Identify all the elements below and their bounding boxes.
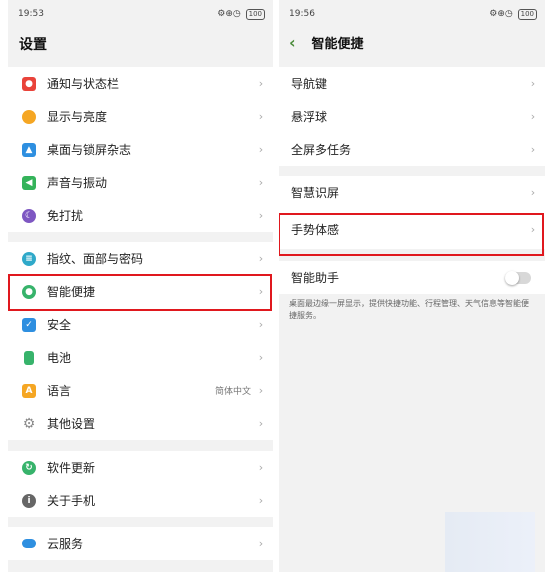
settings-group-3: ↻ 软件更新 › i 关于手机 ›	[8, 451, 273, 517]
update-icon: ↻	[22, 460, 36, 475]
setting-fingerprint[interactable]: ≡ 指纹、面部与密码 ›	[8, 242, 273, 275]
chevron-right-icon: ›	[530, 186, 536, 199]
smart-group-3: 智能助手	[279, 261, 545, 294]
chevron-right-icon: ›	[258, 209, 264, 222]
back-arrow-icon[interactable]: ‹	[289, 33, 301, 52]
setting-smart-screen[interactable]: 智慧识屏 ›	[279, 176, 545, 209]
status-icons: ⚙⊕◷ 100	[217, 9, 265, 20]
chevron-right-icon: ›	[258, 384, 264, 397]
fingerprint-icon: ≡	[22, 251, 36, 266]
language-icon: A	[22, 383, 36, 398]
blurred-watermark	[445, 512, 535, 572]
assistant-toggle[interactable]	[505, 270, 531, 285]
battery-icon	[24, 350, 34, 365]
toggle-knob	[505, 270, 519, 285]
chevron-right-icon: ›	[258, 143, 264, 156]
setting-fullscreen-multitask[interactable]: 全屏多任务 ›	[279, 133, 545, 166]
settings-group-2: ≡ 指纹、面部与密码 › ● 智能便捷 › ✓ 安全 › 电池 › A 语言 简体中文 › ⚙ 其他设…	[8, 242, 273, 440]
setting-notifications[interactable]: ● 通知与状态栏 ›	[8, 67, 273, 100]
chevron-right-icon: ›	[258, 176, 264, 189]
setting-cloud[interactable]: 云服务 ›	[8, 527, 273, 560]
highlight-gestures	[279, 213, 544, 256]
chevron-right-icon: ›	[530, 143, 536, 156]
moon-icon: ☾	[22, 208, 36, 223]
setting-wallpaper[interactable]: ▲ 桌面与锁屏杂志 ›	[8, 133, 273, 166]
brightness-icon	[22, 109, 36, 124]
chevron-right-icon: ›	[258, 110, 264, 123]
status-time: 19:56	[289, 9, 315, 19]
cloud-icon	[22, 539, 36, 548]
setting-language[interactable]: A 语言 简体中文 ›	[8, 374, 273, 407]
highlight-smart	[8, 274, 272, 311]
chevron-right-icon: ›	[258, 537, 264, 550]
chevron-right-icon: ›	[258, 77, 264, 90]
setting-assistant[interactable]: 智能助手	[279, 261, 545, 294]
setting-dnd[interactable]: ☾ 免打扰 ›	[8, 199, 273, 232]
setting-other[interactable]: ⚙ 其他设置 ›	[8, 407, 273, 440]
setting-battery[interactable]: 电池 ›	[8, 341, 273, 374]
nav-header: ‹ 智能便捷	[289, 33, 364, 53]
wallpaper-icon: ▲	[22, 142, 36, 157]
setting-security[interactable]: ✓ 安全 ›	[8, 308, 273, 341]
gear-icon: ⚙	[22, 415, 36, 432]
battery-indicator: 100	[245, 9, 265, 20]
smart-convenience-screen: 19:56 ⚙⊕◷ 100 ‹ 智能便捷 导航键 › 悬浮球 › 全屏多任务 › 智慧…	[279, 0, 545, 572]
speaker-icon: ◀	[22, 175, 36, 190]
status-bar: 19:53 ⚙⊕◷ 100	[8, 0, 273, 28]
smart-group-1: 导航键 › 悬浮球 › 全屏多任务 ›	[279, 67, 545, 166]
setting-sound[interactable]: ◀ 声音与振动 ›	[8, 166, 273, 199]
bell-icon: ●	[22, 76, 36, 91]
status-bar: 19:56 ⚙⊕◷ 100	[279, 0, 545, 28]
setting-display[interactable]: 显示与亮度 ›	[8, 100, 273, 133]
setting-about[interactable]: i 关于手机 ›	[8, 484, 273, 517]
shield-icon: ✓	[22, 317, 36, 332]
info-icon: i	[22, 493, 36, 508]
chevron-right-icon: ›	[258, 351, 264, 364]
language-value: 简体中文	[214, 387, 251, 397]
setting-update[interactable]: ↻ 软件更新 ›	[8, 451, 273, 484]
chevron-right-icon: ›	[258, 494, 264, 507]
chevron-right-icon: ›	[258, 417, 264, 430]
status-icons: ⚙⊕◷ 100	[489, 9, 537, 20]
assistant-description: 桌面最边缘一屏显示，提供快捷功能、行程管理、天气信息等智能便捷服务。	[289, 299, 529, 320]
setting-float-ball[interactable]: 悬浮球 ›	[279, 100, 545, 133]
chevron-right-icon: ›	[258, 252, 264, 265]
settings-group-4: 云服务 ›	[8, 527, 273, 560]
chevron-right-icon: ›	[530, 77, 536, 90]
status-time: 19:53	[18, 9, 44, 19]
chevron-right-icon: ›	[258, 461, 264, 474]
battery-indicator: 100	[517, 9, 537, 20]
page-title: 智能便捷	[311, 37, 364, 52]
page-title: 设置	[19, 37, 47, 53]
settings-group-1: ● 通知与状态栏 › 显示与亮度 › ▲ 桌面与锁屏杂志 › ◀ 声音与振动 › ☾ 免打扰 ›	[8, 67, 273, 232]
chevron-right-icon: ›	[530, 110, 536, 123]
settings-screen: 19:53 ⚙⊕◷ 100 设置 ● 通知与状态栏 › 显示与亮度 › ▲ 桌面与锁屏杂…	[8, 0, 273, 572]
chevron-right-icon: ›	[258, 318, 264, 331]
setting-nav-keys[interactable]: 导航键 ›	[279, 67, 545, 100]
